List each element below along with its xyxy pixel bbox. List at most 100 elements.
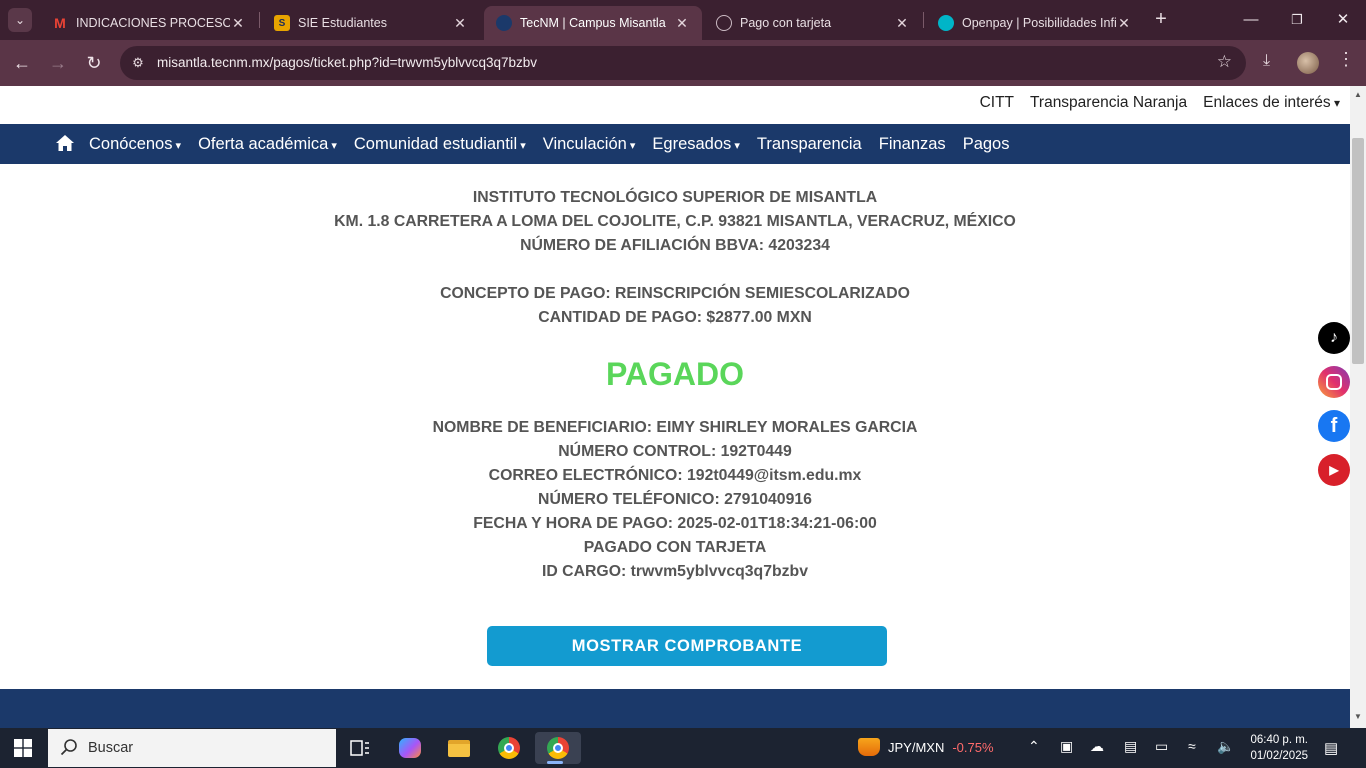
- tab-divider: [923, 12, 924, 28]
- close-tab-icon[interactable]: ✕: [674, 15, 690, 32]
- tab-divider: [259, 12, 260, 28]
- show-hidden-icons-icon[interactable]: ⌃: [1028, 738, 1040, 755]
- browser-toolbar: ← → ↻ ⚙ misantla.tecnm.mx/pagos/ticket.p…: [0, 40, 1366, 86]
- tab-sie[interactable]: S SIE Estudiantes ✕: [262, 6, 480, 40]
- file-explorer-icon[interactable]: [439, 732, 479, 764]
- minimize-icon[interactable]: —: [1228, 0, 1274, 40]
- restore-icon[interactable]: ❐: [1274, 0, 1320, 40]
- scrollbar-thumb[interactable]: [1352, 138, 1364, 364]
- beneficiary-name: NOMBRE DE BENEFICIARIO: EIMY SHIRLEY MOR…: [432, 419, 918, 436]
- wifi-icon[interactable]: ≈: [1188, 738, 1196, 754]
- tab-title: INDICACIONES PROCESO DE: [76, 16, 230, 30]
- back-icon[interactable]: ←: [8, 49, 36, 77]
- payment-concept: CONCEPTO DE PAGO: REINSCRIPCIÓN SEMIESCO…: [440, 285, 910, 302]
- page-footer: [0, 689, 1350, 728]
- taskbar-search[interactable]: Buscar: [48, 729, 336, 767]
- tab-openpay[interactable]: Openpay | Posibilidades Infin ✕: [926, 6, 1144, 40]
- nav-comunidad-estudiantil[interactable]: Comunidad estudiantil: [354, 135, 526, 154]
- currency-ticker[interactable]: JPY/MXN -0.75%: [858, 738, 994, 756]
- close-tab-icon[interactable]: ✕: [894, 15, 910, 32]
- youtube-icon[interactable]: ▶: [1318, 454, 1350, 486]
- main-navbar: Conócenos Oferta académica Comunidad est…: [0, 124, 1350, 164]
- ticker-symbol: JPY/MXN: [888, 739, 945, 755]
- download-icon[interactable]: ⤓: [1263, 52, 1270, 70]
- search-placeholder: Buscar: [88, 740, 134, 756]
- tab-tecnm[interactable]: TecNM | Campus Misantla ✕: [484, 6, 702, 40]
- tab-gmail[interactable]: M INDICACIONES PROCESO DE ✕: [40, 6, 258, 40]
- battery-icon[interactable]: ▭: [1155, 738, 1168, 755]
- email: CORREO ELECTRÓNICO: 192t0449@itsm.edu.mx: [488, 467, 862, 484]
- payment-ticket: INSTITUTO TECNOLÓGICO SUPERIOR DE MISANT…: [0, 186, 1350, 584]
- link-enlaces-interes[interactable]: Enlaces de interés: [1203, 94, 1340, 112]
- link-citt[interactable]: CITT: [980, 94, 1014, 112]
- nav-pagos[interactable]: Pagos: [963, 135, 1010, 154]
- nav-finanzas[interactable]: Finanzas: [879, 135, 946, 154]
- page-content: CITT Transparencia Naranja Enlaces de in…: [0, 86, 1350, 728]
- copilot-icon[interactable]: [390, 732, 430, 764]
- close-tab-icon[interactable]: ✕: [230, 15, 246, 32]
- nav-conocenos[interactable]: Conócenos: [89, 135, 181, 154]
- reload-icon[interactable]: ↻: [80, 49, 108, 77]
- currency-chart-icon: [858, 738, 880, 756]
- chrome-profile-icon[interactable]: [535, 732, 581, 764]
- bbva-affiliation: NÚMERO DE AFILIACIÓN BBVA: 4203234: [520, 237, 830, 254]
- clock-time: 06:40 p. m.: [1250, 734, 1308, 746]
- search-icon: [60, 739, 77, 756]
- scroll-down-icon[interactable]: ▼: [1353, 712, 1363, 721]
- windows-taskbar: Buscar JPY/MXN -0.75% ⌃ ▣ ☁ ▤ ▭ ≈ 🔈 06:4…: [0, 728, 1366, 768]
- scroll-up-icon[interactable]: ▲: [1353, 90, 1363, 99]
- tab-title: Openpay | Posibilidades Infin: [962, 16, 1116, 30]
- facebook-icon[interactable]: f: [1318, 410, 1350, 442]
- tecnm-icon: [496, 15, 512, 31]
- profile-avatar[interactable]: [1297, 52, 1319, 74]
- nav-egresados[interactable]: Egresados: [652, 135, 739, 154]
- nav-vinculacion[interactable]: Vinculación: [543, 135, 636, 154]
- more-menu-icon[interactable]: ⋮: [1337, 49, 1355, 70]
- new-tab-icon[interactable]: +: [1150, 8, 1172, 32]
- chrome-icon[interactable]: [489, 732, 529, 764]
- windows-start-icon[interactable]: [14, 739, 32, 757]
- notification-icon[interactable]: ▤: [1324, 739, 1338, 757]
- close-tab-icon[interactable]: ✕: [452, 15, 468, 32]
- nav-transparencia[interactable]: Transparencia: [757, 135, 862, 154]
- control-number: NÚMERO CONTROL: 192T0449: [558, 443, 792, 460]
- onedrive-cloud-icon[interactable]: ☁: [1090, 738, 1104, 755]
- site-settings-icon[interactable]: ⚙: [128, 53, 148, 73]
- bookmark-star-icon[interactable]: ☆: [1217, 52, 1232, 72]
- nav-oferta-academica[interactable]: Oferta académica: [198, 135, 337, 154]
- payment-amount: CANTIDAD DE PAGO: $2877.00 MXN: [538, 309, 812, 326]
- instagram-icon[interactable]: [1318, 366, 1350, 398]
- top-links: CITT Transparencia Naranja Enlaces de in…: [980, 94, 1340, 112]
- phone-number: NÚMERO TELÉFONICO: 2791040916: [538, 491, 812, 508]
- browser-tabstrip: ⌄ M INDICACIONES PROCESO DE ✕ S SIE Estu…: [0, 0, 1366, 40]
- globe-icon: [716, 15, 732, 31]
- ticker-change: -0.75%: [952, 739, 994, 755]
- taskbar-clock[interactable]: 06:40 p. m. 01/02/2025: [1246, 732, 1308, 764]
- payment-status: PAGADO: [605, 356, 745, 392]
- close-tab-icon[interactable]: ✕: [1116, 15, 1132, 32]
- tab-pago-tarjeta[interactable]: Pago con tarjeta ✕: [704, 6, 922, 40]
- url-text[interactable]: misantla.tecnm.mx/pagos/ticket.php?id=tr…: [157, 55, 537, 70]
- window-close-icon[interactable]: ✕: [1320, 0, 1366, 40]
- task-view-icon[interactable]: [340, 732, 380, 764]
- link-transparencia-naranja[interactable]: Transparencia Naranja: [1030, 94, 1187, 112]
- payment-datetime: FECHA Y HORA DE PAGO: 2025-02-01T18:34:2…: [473, 515, 877, 532]
- meet-now-icon[interactable]: ▣: [1060, 738, 1073, 755]
- institution-address: KM. 1.8 CARRETERA A LOMA DEL COJOLITE, C…: [334, 213, 1016, 230]
- tab-title: TecNM | Campus Misantla: [520, 16, 666, 30]
- page-scrollbar[interactable]: ▲ ▼: [1350, 86, 1366, 728]
- payment-method: PAGADO CON TARJETA: [583, 539, 767, 556]
- clipboard-icon[interactable]: ▤: [1124, 738, 1137, 755]
- institution-name: INSTITUTO TECNOLÓGICO SUPERIOR DE MISANT…: [472, 189, 878, 206]
- show-receipt-button[interactable]: MOSTRAR COMPROBANTE: [487, 626, 887, 666]
- openpay-icon: [938, 15, 954, 31]
- tab-search-dropdown-icon[interactable]: ⌄: [8, 8, 32, 32]
- tiktok-icon[interactable]: ♪: [1318, 322, 1350, 354]
- tab-title: Pago con tarjeta: [740, 16, 832, 30]
- address-bar[interactable]: ⚙ misantla.tecnm.mx/pagos/ticket.php?id=…: [120, 46, 1246, 80]
- home-icon[interactable]: [55, 133, 75, 153]
- forward-icon[interactable]: →: [44, 49, 72, 77]
- charge-id: ID CARGO: trwvm5yblvvcq3q7bzbv: [542, 563, 808, 580]
- sie-icon: S: [274, 15, 290, 31]
- volume-icon[interactable]: 🔈: [1217, 738, 1234, 755]
